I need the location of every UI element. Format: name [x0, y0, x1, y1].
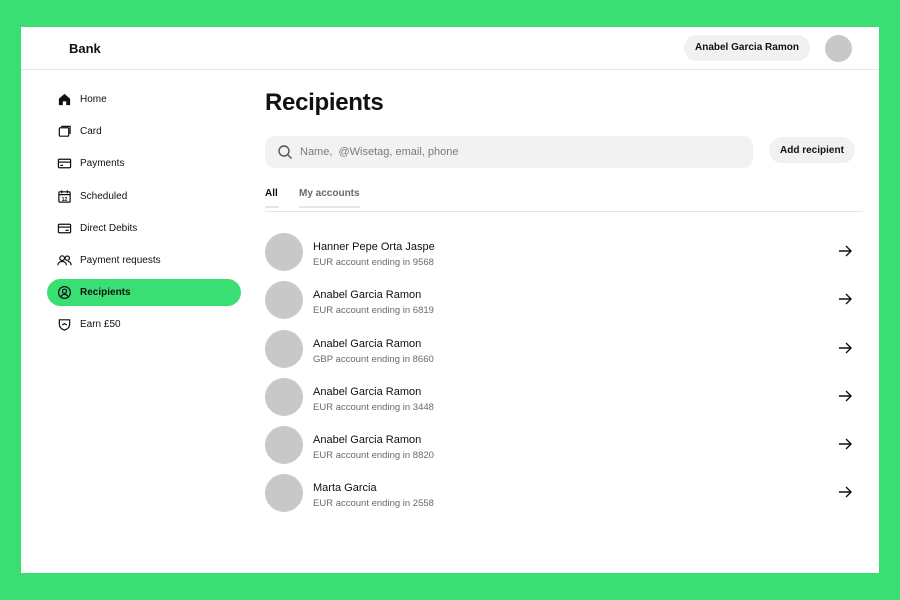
recipient-icon: [56, 285, 72, 301]
sidebar-item-label: Earn £50: [80, 319, 121, 331]
tab-label: All: [265, 188, 278, 199]
sidebar-item-label: Payment requests: [80, 254, 161, 266]
recipient-name: Anabel Garcia Ramon: [313, 434, 422, 447]
recipient-detail: EUR account ending in 3448: [313, 401, 434, 413]
sidebar-item-label: Home: [80, 94, 107, 105]
search-icon: [277, 144, 293, 160]
recipient-detail: EUR account ending in 9568: [313, 257, 434, 268]
calendar-icon: 12: [56, 188, 72, 204]
tab-all[interactable]: All: [265, 188, 279, 208]
list-item[interactable]: Anabel Garcia Ramon EUR account ending i…: [265, 417, 863, 465]
recipient-list: Hanner Pepe Orta Jaspe EUR account endin…: [265, 224, 863, 514]
list-item[interactable]: Marta Garcia EUR account ending in 2558: [265, 465, 863, 513]
payments-icon: [56, 156, 72, 172]
recipient-detail: EUR account ending in 2558: [313, 498, 434, 510]
arrow-right-icon[interactable]: [837, 291, 853, 307]
app-window: Bank Anabel Garcia Ramon Home Card Payme…: [21, 27, 879, 573]
direct-debit-icon: [56, 220, 72, 236]
recipient-name: Anabel Garcia Ramon: [313, 289, 422, 302]
add-recipient-button[interactable]: Add recipient: [769, 137, 855, 163]
recipient-detail: GBP account ending in 8660: [313, 353, 434, 365]
avatar: [265, 281, 303, 320]
avatar: [265, 474, 303, 513]
recipient-name: Marta Garcia: [313, 482, 377, 495]
card-icon: [56, 124, 72, 140]
people-icon: [56, 252, 72, 268]
arrow-right-icon[interactable]: [837, 243, 853, 259]
svg-text:12: 12: [61, 196, 67, 202]
search-field[interactable]: [265, 136, 753, 168]
user-avatar[interactable]: [825, 35, 852, 62]
sidebar-item-earn[interactable]: Earn £50: [47, 311, 241, 338]
avatar: [265, 426, 303, 465]
brand-logo[interactable]: Bank: [69, 41, 101, 56]
sidebar-item-scheduled[interactable]: 12 Scheduled: [47, 183, 241, 210]
recipient-name: Anabel Garcia Ramon: [313, 337, 422, 350]
search-input[interactable]: [300, 146, 720, 158]
page-title: Recipients: [265, 89, 384, 116]
arrow-right-icon[interactable]: [837, 388, 853, 404]
sidebar-item-card[interactable]: Card: [47, 118, 241, 145]
top-bar: Bank Anabel Garcia Ramon: [21, 27, 879, 70]
sidebar-item-label: Recipients: [80, 287, 131, 299]
avatar: [265, 377, 303, 416]
recipient-tabs: All My accounts: [265, 188, 863, 212]
recipient-name: Hanner Pepe Orta Jaspe: [313, 241, 435, 253]
sidebar-item-recipients[interactable]: Recipients: [47, 279, 241, 307]
user-name-button[interactable]: Anabel Garcia Ramon: [684, 35, 810, 61]
sidebar-item-label: Scheduled: [80, 190, 128, 202]
recipient-detail: EUR account ending in 8820: [313, 450, 434, 462]
list-item[interactable]: Hanner Pepe Orta Jaspe EUR account endin…: [265, 224, 863, 272]
tab-indicator: [299, 206, 360, 208]
shield-icon: [56, 317, 72, 333]
sidebar-item-label: Card: [80, 126, 102, 138]
avatar: [265, 233, 303, 271]
list-item[interactable]: Anabel Garcia Ramon EUR account ending i…: [265, 272, 863, 320]
recipient-name: Anabel Garcia Ramon: [313, 385, 422, 398]
home-icon: [56, 92, 72, 108]
list-item[interactable]: Anabel Garcia Ramon GBP account ending i…: [265, 321, 863, 369]
sidebar-item-label: Payments: [80, 158, 125, 170]
tab-my-accounts[interactable]: My accounts: [299, 188, 360, 208]
sidebar-item-direct-debits[interactable]: Direct Debits: [47, 215, 241, 242]
avatar: [265, 329, 303, 368]
arrow-right-icon[interactable]: [837, 484, 853, 500]
sidebar: Home Card Payments 12 Scheduled Direct D…: [47, 86, 241, 344]
sidebar-item-payment-requests[interactable]: Payment requests: [47, 247, 241, 274]
tab-indicator: [265, 206, 279, 208]
tab-label: My accounts: [299, 188, 360, 199]
recipient-detail: EUR account ending in 6819: [313, 305, 434, 317]
sidebar-item-payments[interactable]: Payments: [47, 150, 241, 177]
arrow-right-icon[interactable]: [837, 340, 853, 356]
sidebar-item-label: Direct Debits: [80, 222, 138, 234]
arrow-right-icon[interactable]: [837, 436, 853, 452]
sidebar-item-home[interactable]: Home: [47, 86, 241, 113]
list-item[interactable]: Anabel Garcia Ramon EUR account ending i…: [265, 369, 863, 417]
